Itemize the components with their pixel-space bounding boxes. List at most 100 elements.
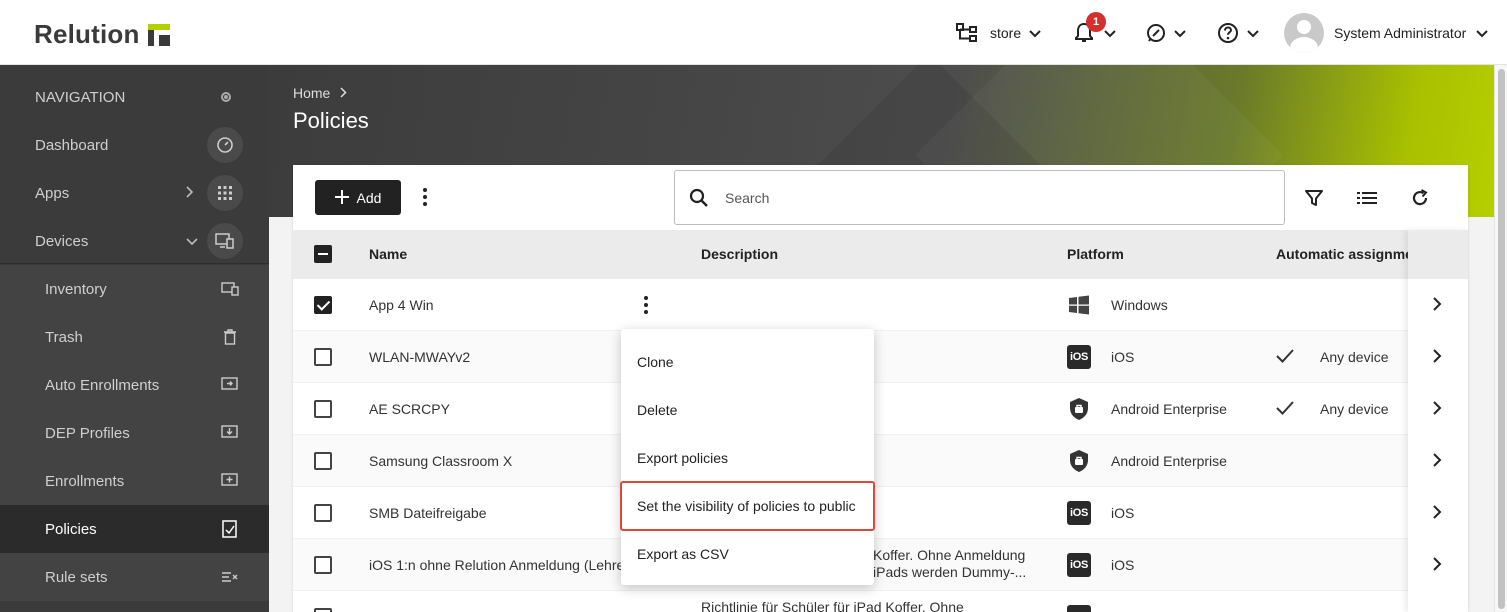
column-automatic-assignment[interactable]: Automatic assignme [1276, 246, 1413, 262]
inventory-icon [213, 272, 247, 306]
chevron-right-icon[interactable] [1430, 401, 1444, 415]
more-actions-icon[interactable] [415, 185, 435, 209]
table-row[interactable]: App 4 Win Windows [293, 279, 1408, 331]
chevron-right-icon [340, 85, 347, 101]
top-bar: Relution store 1 System Administrator [0, 0, 1507, 65]
chevron-down-icon [1174, 25, 1186, 41]
sidebar-item-dashboard[interactable]: Dashboard [0, 121, 269, 169]
menu-item-export-csv[interactable]: Export as CSV [621, 530, 874, 578]
policy-description-line1: Koffer. Ohne Anmeldung [873, 547, 1026, 563]
devices-icon [207, 223, 243, 259]
chevron-down-icon [1476, 25, 1488, 41]
columns-list-icon[interactable] [1356, 187, 1378, 209]
policy-description-line1: Richtlinie für Schüler für iPad Koffer. … [701, 599, 964, 612]
chevron-right-icon[interactable] [1430, 557, 1444, 571]
chat-bubble-icon [1147, 24, 1165, 42]
breadcrumb-home[interactable]: Home [293, 85, 330, 101]
policy-name: SMB Dateifreigabe [369, 505, 487, 521]
logo-mark-icon [147, 23, 170, 46]
policy-platform: Android Enterprise [1111, 453, 1227, 469]
row-checkbox[interactable] [314, 556, 332, 574]
trash-icon [213, 320, 247, 354]
row-checkbox[interactable] [314, 608, 332, 612]
ruleset-icon [213, 560, 247, 594]
policy-assignment: Any device [1320, 401, 1389, 417]
row-checkbox[interactable] [314, 296, 332, 314]
sidebar-item-trash[interactable]: Trash [0, 313, 269, 361]
logo-text: Relution [34, 19, 140, 49]
speedometer-icon [207, 127, 243, 163]
policy-assignment: Any device [1320, 349, 1389, 365]
tenant-name: store [990, 25, 1022, 41]
row-actions-column [1408, 230, 1468, 612]
add-button[interactable]: Add [315, 180, 401, 215]
column-description[interactable]: Description [701, 246, 778, 262]
policy-icon [213, 512, 247, 546]
add-label: Add [356, 189, 382, 206]
pin-icon[interactable] [221, 92, 231, 102]
plus-icon [334, 188, 349, 208]
chevron-down-icon [1247, 25, 1259, 41]
relution-logo[interactable]: Relution [34, 19, 170, 50]
sidebar-item-inventory[interactable]: Inventory [0, 265, 269, 313]
menu-item-clone[interactable]: Clone [621, 338, 874, 386]
ios-icon: iOS [1067, 501, 1091, 525]
refresh-icon[interactable] [1409, 187, 1431, 209]
sidebar-item-policies[interactable]: Policies [0, 505, 269, 553]
menu-item-delete[interactable]: Delete [621, 386, 874, 434]
column-platform[interactable]: Platform [1067, 246, 1124, 262]
android-enterprise-icon [1070, 450, 1088, 472]
chevron-right-icon[interactable] [1430, 297, 1444, 311]
sidebar-item-rule-sets[interactable]: Rule sets [0, 553, 269, 601]
check-icon [1276, 401, 1294, 415]
row-checkbox[interactable] [314, 348, 332, 366]
notification-badge: 1 [1086, 12, 1106, 32]
enrollment-icon [213, 464, 247, 498]
chevron-right-icon[interactable] [1430, 453, 1444, 467]
sidebar-item-apps[interactable]: Apps [0, 169, 269, 217]
sidebar-item-dep-profiles[interactable]: DEP Profiles [0, 409, 269, 457]
chevron-down-icon [1104, 25, 1116, 41]
policy-platform: iOS [1111, 349, 1135, 365]
tenant-selector[interactable]: store [956, 16, 1041, 50]
grid-icon [207, 175, 243, 211]
sidebar-item-enrollments[interactable]: Enrollments [0, 457, 269, 505]
search-icon [689, 188, 708, 207]
table-row[interactable]: Richtlinie für Schüler für iPad Koffer. … [293, 591, 1408, 612]
policy-name: AE SCRCPY [369, 401, 450, 417]
chevron-right-icon[interactable] [1430, 349, 1444, 363]
vertical-scrollbar[interactable] [1494, 65, 1507, 612]
android-enterprise-icon [1070, 398, 1088, 420]
menu-item-export-policies[interactable]: Export policies [621, 434, 874, 482]
policy-platform: Windows [1111, 297, 1168, 313]
filter-icon[interactable] [1303, 187, 1325, 209]
policies-card: Add Name Description Platform Automatic … [293, 165, 1468, 612]
row-more-actions-icon[interactable] [636, 293, 656, 317]
policy-name: App 4 Win [369, 297, 434, 313]
column-name[interactable]: Name [369, 246, 407, 262]
sidebar-item-devices[interactable]: Devices [0, 217, 269, 265]
help-button[interactable] [1217, 16, 1259, 50]
dep-profile-icon [213, 416, 247, 450]
sidebar: NAVIGATION Dashboard Apps Devices Invent… [0, 65, 269, 612]
row-context-menu: Clone Delete Export policies Set the vis… [620, 329, 875, 585]
user-menu[interactable]: System Administrator [1284, 13, 1488, 53]
row-checkbox[interactable] [314, 452, 332, 470]
select-all-checkbox[interactable] [314, 245, 332, 263]
page-title: Policies [293, 108, 369, 133]
help-icon [1218, 23, 1238, 43]
bell-icon: 1 [1074, 12, 1106, 44]
menu-item-set-visibility-public[interactable]: Set the visibility of policies to public [620, 481, 875, 531]
search-input[interactable] [725, 189, 1225, 206]
auto-enroll-icon [213, 368, 247, 402]
notifications-button[interactable]: 1 [1074, 12, 1116, 50]
chevron-down-icon [186, 233, 198, 249]
row-checkbox[interactable] [314, 400, 332, 418]
windows-icon [1069, 295, 1089, 315]
org-tree-icon [956, 23, 977, 42]
sidebar-item-auto-enrollments[interactable]: Auto Enrollments [0, 361, 269, 409]
table-header: Name Description Platform Automatic assi… [293, 230, 1468, 279]
feedback-button[interactable] [1146, 16, 1186, 50]
chevron-right-icon[interactable] [1430, 505, 1444, 519]
row-checkbox[interactable] [314, 504, 332, 522]
